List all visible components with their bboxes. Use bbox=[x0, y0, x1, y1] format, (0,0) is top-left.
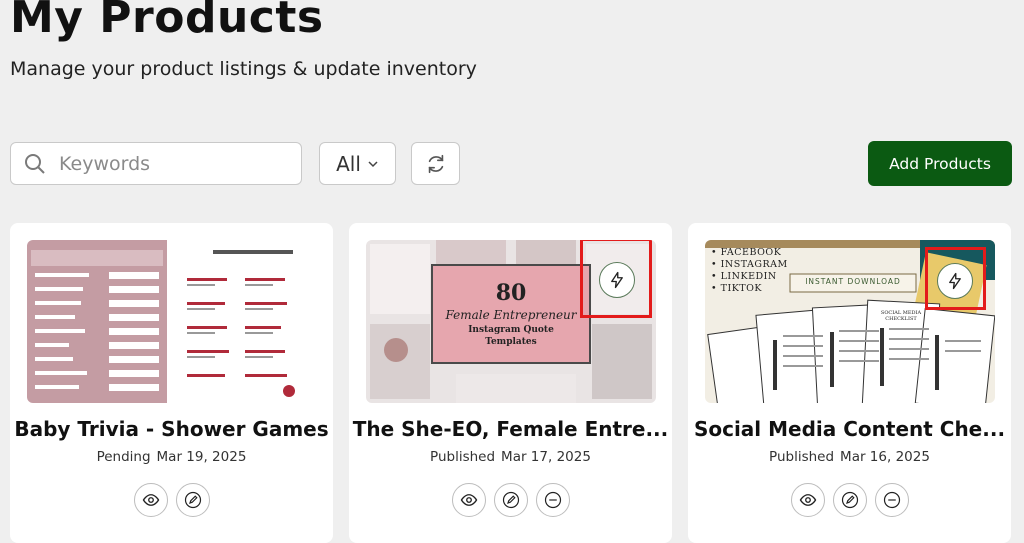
highlight-box bbox=[925, 247, 986, 310]
date-label: Mar 19, 2025 bbox=[156, 449, 247, 465]
minus-circle-icon bbox=[544, 491, 561, 509]
date-label: Mar 17, 2025 bbox=[501, 449, 591, 465]
card-actions bbox=[10, 483, 333, 517]
product-meta: Published Mar 17, 2025 bbox=[349, 449, 672, 465]
platform-label: • FACEBOOK bbox=[711, 247, 782, 258]
status-label: Published bbox=[769, 449, 835, 465]
add-products-button[interactable]: Add Products bbox=[868, 141, 1012, 186]
thumb-number: 80 bbox=[495, 280, 527, 306]
platform-label: • LINKEDIN bbox=[711, 271, 777, 282]
thumb-badge: INSTANT DOWNLOAD bbox=[805, 277, 901, 286]
unpublish-button[interactable] bbox=[874, 483, 909, 517]
page-title: My Products bbox=[10, 0, 324, 43]
status-filter-select[interactable]: All bbox=[319, 142, 396, 185]
minus-circle-icon bbox=[883, 491, 900, 509]
product-title[interactable]: The She-EO, Female Entre... bbox=[349, 417, 672, 441]
eye-icon bbox=[799, 494, 816, 506]
refresh-icon bbox=[428, 154, 443, 173]
thumb-platform-list: • FACEBOOK • INSTAGRAM • LINKEDIN • TIKT… bbox=[711, 247, 788, 295]
pencil-icon bbox=[841, 491, 858, 509]
edit-button[interactable] bbox=[493, 483, 528, 517]
thumb-script: Female Entrepreneur bbox=[445, 308, 577, 322]
product-card: Baby Trivia - Shower Games Pending Mar 19… bbox=[10, 223, 333, 543]
pencil-icon bbox=[502, 491, 519, 509]
status-label: Published bbox=[430, 449, 496, 465]
view-button[interactable] bbox=[133, 483, 168, 517]
unpublish-button[interactable] bbox=[535, 483, 570, 517]
product-card: • FACEBOOK • INSTAGRAM • LINKEDIN • TIKT… bbox=[688, 223, 1011, 543]
view-button[interactable] bbox=[451, 483, 486, 517]
platform-label: • TIKTOK bbox=[711, 283, 763, 294]
product-meta: Published Mar 16, 2025 bbox=[688, 449, 1011, 465]
chevron-down-icon bbox=[368, 160, 378, 167]
search-box[interactable] bbox=[10, 142, 302, 185]
product-title[interactable]: Baby Trivia - Shower Games bbox=[10, 417, 333, 441]
edit-button[interactable] bbox=[175, 483, 210, 517]
page-subtitle: Manage your product listings & update in… bbox=[10, 58, 477, 80]
search-input[interactable] bbox=[57, 151, 281, 176]
platform-label: • INSTAGRAM bbox=[711, 259, 788, 270]
product-card: 80 Female Entrepreneur Instagram Quote T… bbox=[349, 223, 672, 543]
view-button[interactable] bbox=[790, 483, 825, 517]
thumb-sheet-title: SOCIAL MEDIA CHECKLIST bbox=[880, 310, 922, 322]
edit-button[interactable] bbox=[832, 483, 867, 517]
status-label: Pending bbox=[96, 449, 151, 465]
thumb-subtitle: Instagram Quote Templates bbox=[468, 325, 554, 347]
product-title[interactable]: Social Media Content Che... bbox=[688, 417, 1011, 441]
card-actions bbox=[349, 483, 672, 517]
filter-value: All bbox=[336, 151, 361, 176]
search-icon bbox=[25, 153, 45, 174]
product-meta: Pending Mar 19, 2025 bbox=[10, 449, 333, 465]
product-thumbnail[interactable]: 80 Female Entrepreneur Instagram Quote T… bbox=[366, 240, 656, 403]
date-label: Mar 16, 2025 bbox=[840, 449, 930, 465]
pencil-icon bbox=[184, 491, 201, 509]
eye-icon bbox=[142, 494, 159, 506]
refresh-button[interactable] bbox=[411, 142, 460, 185]
baby-trivia-thumbnail-image bbox=[27, 240, 317, 403]
highlight-box bbox=[580, 240, 652, 318]
card-actions bbox=[688, 483, 1011, 517]
eye-icon bbox=[460, 494, 477, 506]
product-thumbnail[interactable]: • FACEBOOK • INSTAGRAM • LINKEDIN • TIKT… bbox=[705, 240, 995, 403]
product-thumbnail[interactable] bbox=[27, 240, 317, 403]
